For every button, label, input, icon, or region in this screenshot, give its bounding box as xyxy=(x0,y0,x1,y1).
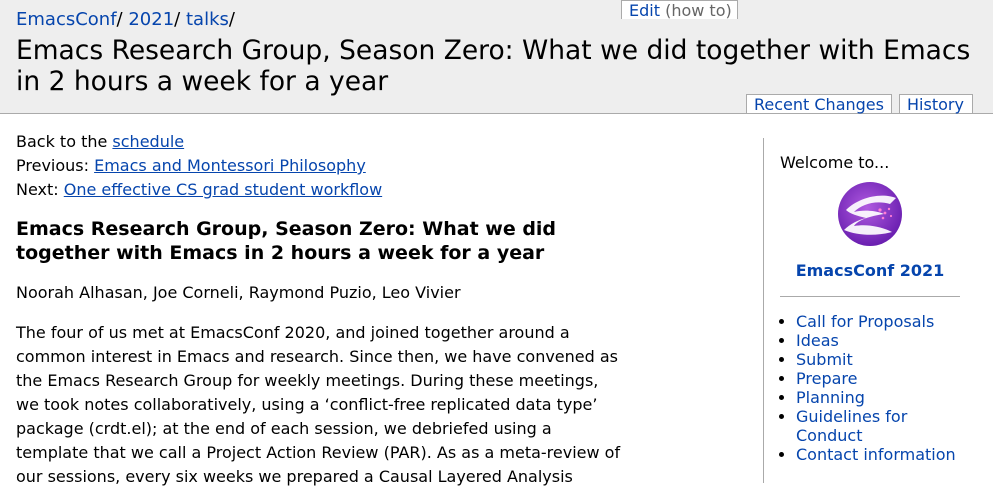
prepare-link[interactable]: Prepare xyxy=(796,369,857,388)
sidebar-item-prepare: Prepare xyxy=(796,369,976,388)
ideas-link[interactable]: Ideas xyxy=(796,331,839,350)
how-to-label: (how to) xyxy=(665,1,732,20)
next-line: Next: One effective CS grad student work… xyxy=(16,178,626,202)
submit-link[interactable]: Submit xyxy=(796,350,853,369)
sidebar-item-call-for-proposals: Call for Proposals xyxy=(796,312,976,331)
sidebar-divider xyxy=(780,296,960,297)
page-title: Emacs Research Group, Season Zero: What … xyxy=(16,35,971,97)
back-line: Back to the schedule xyxy=(16,130,626,154)
next-talk-link[interactable]: One effective CS grad student workflow xyxy=(64,180,382,199)
emacsconf-logo-icon xyxy=(838,182,902,246)
edit-label: Edit xyxy=(629,1,660,20)
breadcrumb-separator: / xyxy=(228,9,235,30)
sidebar-item-ideas: Ideas xyxy=(796,331,976,350)
sidebar-item-contact: Contact information xyxy=(796,445,976,464)
main-content: Back to the schedule Previous: Emacs and… xyxy=(16,130,626,489)
sidebar-item-guidelines: Guidelines for Conduct xyxy=(796,407,976,445)
schedule-link[interactable]: schedule xyxy=(112,132,184,151)
talk-title: Emacs Research Group, Season Zero: What … xyxy=(16,218,557,264)
edit-button[interactable]: Edit (how to) xyxy=(621,0,738,20)
sidebar-links: Call for Proposals Ideas Submit Prepare … xyxy=(796,312,976,464)
contact-information-link[interactable]: Contact information xyxy=(796,445,956,464)
guidelines-for-conduct-link[interactable]: Guidelines for Conduct xyxy=(796,407,907,445)
previous-talk-link[interactable]: Emacs and Montessori Philosophy xyxy=(94,156,366,175)
back-prefix: Back to the xyxy=(16,132,113,151)
breadcrumb-separator: / xyxy=(116,9,123,30)
previous-prefix: Previous: xyxy=(16,156,95,175)
sidebar: Welcome to... EmacsConf 2021 Call for Pr… xyxy=(763,138,993,483)
conference-name: EmacsConf 2021 xyxy=(795,261,945,280)
speakers: Noorah Alhasan, Joe Corneli, Raymond Puz… xyxy=(16,283,461,302)
sidebar-item-planning: Planning xyxy=(796,388,976,407)
breadcrumb-talks-link[interactable]: talks xyxy=(186,9,229,30)
next-prefix: Next: xyxy=(16,180,64,199)
previous-line: Previous: Emacs and Montessori Philosoph… xyxy=(16,154,626,178)
welcome-text: Welcome to... xyxy=(780,153,890,172)
breadcrumb-emacsconf-link[interactable]: EmacsConf xyxy=(16,9,117,30)
breadcrumb: EmacsConf/ 2021/ talks/ xyxy=(16,8,235,32)
breadcrumb-separator: / xyxy=(174,9,181,30)
history-button[interactable]: History xyxy=(899,94,973,114)
call-for-proposals-link[interactable]: Call for Proposals xyxy=(796,312,934,331)
recent-changes-button[interactable]: Recent Changes xyxy=(746,94,892,114)
talk-abstract: The four of us met at EmacsConf 2020, an… xyxy=(16,323,621,486)
breadcrumb-2021-link[interactable]: 2021 xyxy=(128,9,174,30)
page-header: EmacsConf/ 2021/ talks/ Emacs Research G… xyxy=(0,0,993,114)
planning-link[interactable]: Planning xyxy=(796,388,865,407)
sidebar-item-submit: Submit xyxy=(796,350,976,369)
